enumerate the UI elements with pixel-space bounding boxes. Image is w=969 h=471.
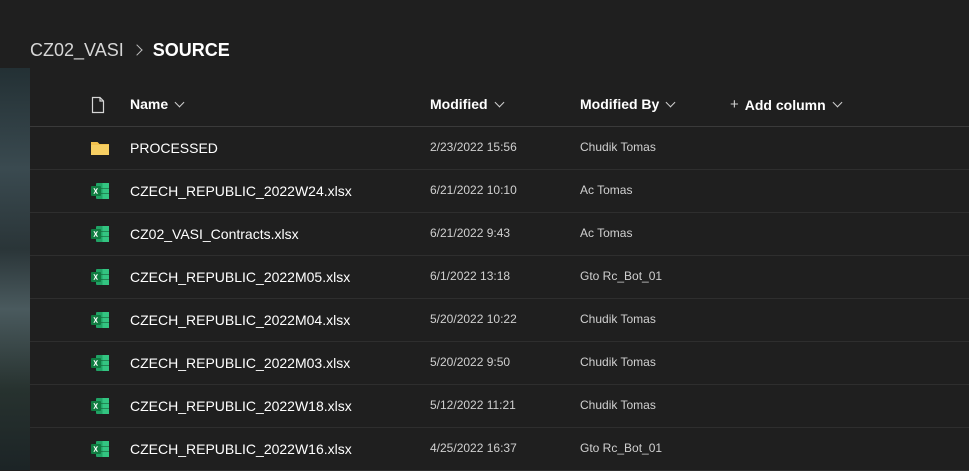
breadcrumb: CZ02_VASI SOURCE (30, 38, 230, 62)
column-header-modified[interactable]: Modified (430, 96, 504, 112)
modified-date: 5/20/2022 10:22 (430, 312, 517, 326)
excel-file-icon (90, 182, 110, 200)
file-name-link[interactable]: CZECH_REPUBLIC_2022W24.xlsx (130, 183, 352, 199)
modified-date: 4/25/2022 16:37 (430, 441, 517, 455)
column-header-name[interactable]: Name (130, 96, 185, 112)
modified-by: Gto Rc_Bot_01 (580, 269, 663, 283)
list-item[interactable]: CZECH_REPUBLIC_2022M04.xlsx 5/20/2022 10:… (30, 299, 969, 342)
list-item[interactable]: CZECH_REPUBLIC_2022M03.xlsx 5/20/2022 9:5… (30, 342, 969, 385)
list-item[interactable]: CZ02_VASI_Contracts.xlsx 6/21/2022 9:43 Ac… (30, 213, 969, 256)
modified-date: 5/12/2022 11:21 (430, 398, 516, 412)
excel-file-icon (90, 311, 110, 329)
file-name-link[interactable]: CZECH_REPUBLIC_2022M03.xlsx (130, 355, 350, 371)
plus-icon: + (730, 96, 739, 113)
excel-file-icon (90, 268, 110, 286)
list-item[interactable]: CZECH_REPUBLIC_2022W18.xlsx 5/12/2022 11:… (30, 385, 969, 428)
column-header-modified-label: Modified (430, 96, 488, 112)
chevron-down-icon (832, 97, 843, 108)
add-column-button[interactable]: + Add column (730, 96, 843, 113)
file-name-link[interactable]: PROCESSED (130, 140, 218, 156)
breadcrumb-parent-link[interactable]: CZ02_VASI (30, 40, 124, 61)
chevron-down-icon (665, 97, 676, 107)
modified-date: 6/1/2022 13:18 (430, 269, 511, 283)
modified-by: Chudik Tomas (580, 140, 656, 154)
file-name-link[interactable]: CZECH_REPUBLIC_2022M05.xlsx (130, 269, 350, 285)
file-name-link[interactable]: CZECH_REPUBLIC_2022W16.xlsx (130, 441, 352, 457)
excel-file-icon (90, 440, 110, 458)
modified-date: 2/23/2022 15:56 (430, 140, 517, 154)
modified-by: Chudik Tomas (580, 398, 656, 412)
modified-by: Chudik Tomas (580, 355, 656, 369)
modified-date: 6/21/2022 10:10 (430, 183, 517, 197)
file-name-link[interactable]: CZECH_REPUBLIC_2022W18.xlsx (130, 398, 352, 414)
excel-file-icon (90, 225, 110, 243)
column-header-name-label: Name (130, 96, 169, 112)
column-header-modified-by[interactable]: Modified By (580, 96, 676, 112)
file-name-link[interactable]: CZECH_REPUBLIC_2022M04.xlsx (130, 312, 350, 328)
background-image-strip (0, 68, 30, 470)
list-item[interactable]: CZECH_REPUBLIC_2022W24.xlsx 6/21/2022 10:… (30, 170, 969, 213)
modified-by: Gto Rc_Bot_01 (580, 441, 663, 455)
list-item[interactable]: CZECH_REPUBLIC_2022M05.xlsx 6/1/2022 13:1… (30, 256, 969, 299)
modified-date: 6/21/2022 9:43 (430, 226, 511, 240)
chevron-right-icon (131, 44, 143, 56)
list-item[interactable]: CZECH_REPUBLIC_2022W16.xlsx 4/25/2022 16:… (30, 428, 969, 471)
modified-by: Ac Tomas (580, 226, 633, 240)
column-header-row: Name Modified Modified By + Add column (30, 84, 969, 127)
file-name-link[interactable]: CZ02_VASI_Contracts.xlsx (130, 226, 299, 242)
column-header-modified-by-label: Modified By (580, 96, 660, 112)
chevron-down-icon (494, 97, 504, 107)
excel-file-icon (90, 354, 110, 372)
modified-date: 5/20/2022 9:50 (430, 355, 511, 369)
excel-file-icon (90, 397, 110, 415)
breadcrumb-current: SOURCE (152, 39, 230, 60)
add-column-label: Add column (744, 96, 826, 113)
modified-by: Ac Tomas (580, 183, 633, 197)
document-icon[interactable] (90, 96, 106, 119)
folder-icon (90, 139, 110, 157)
modified-by: Chudik Tomas (580, 312, 656, 326)
list-item[interactable]: PROCESSED 2/23/2022 15:56 Chudik Tomas (30, 127, 969, 170)
chevron-down-icon (174, 97, 185, 107)
